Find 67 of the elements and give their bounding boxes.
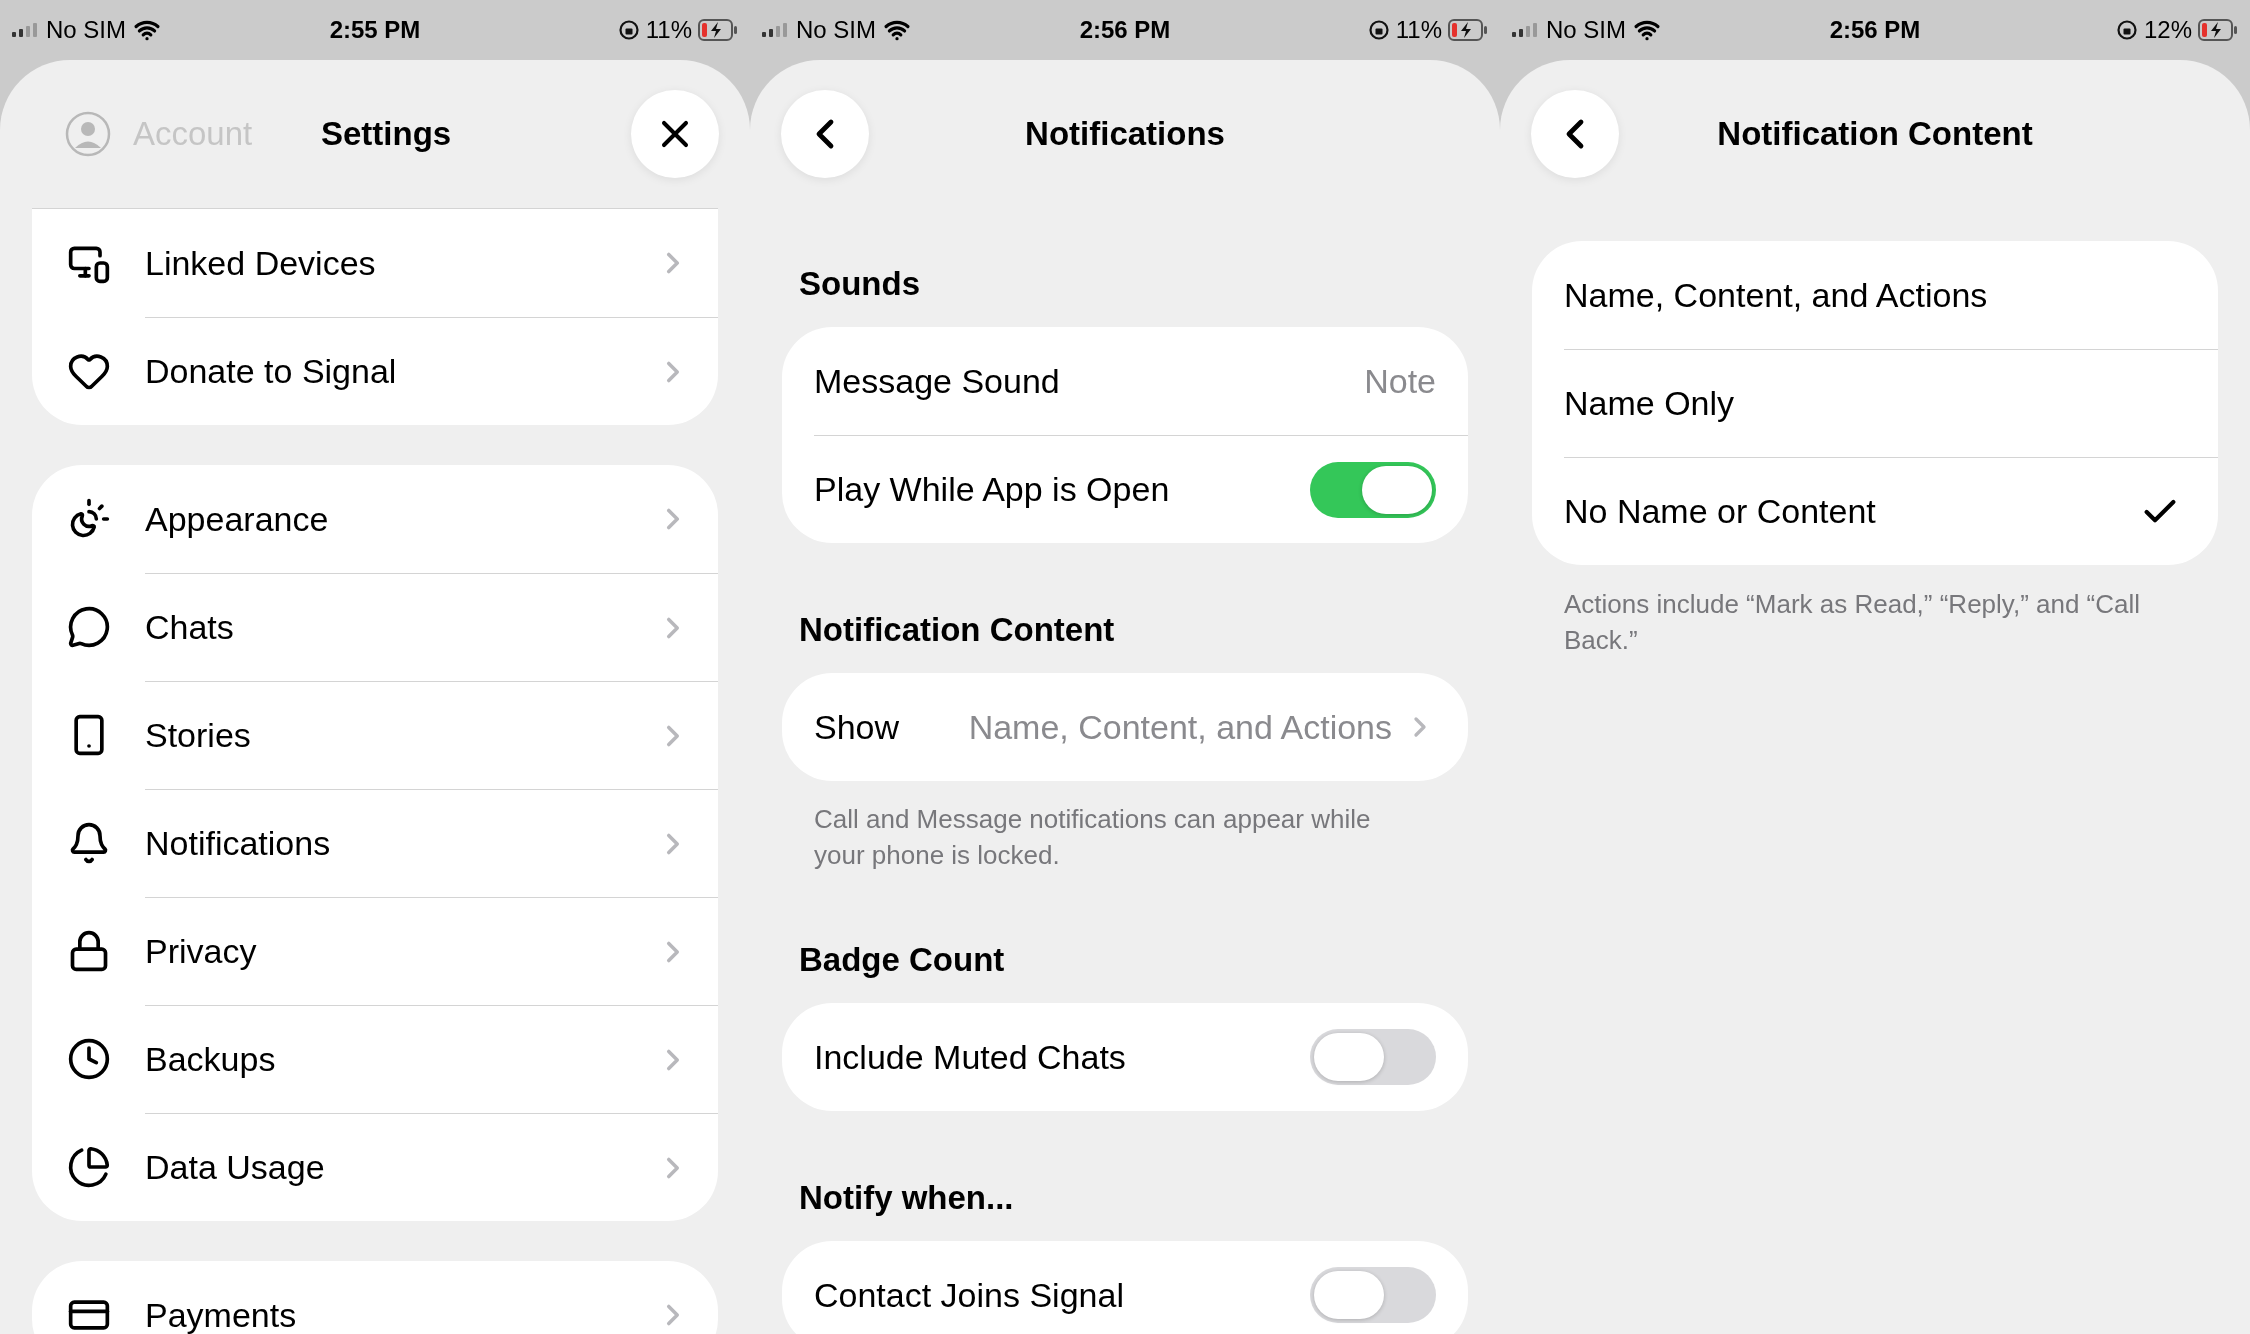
battery-percent: 11% (1395, 15, 1442, 45)
item-label: Payments (145, 1294, 298, 1334)
section-heading: Notification Content (799, 610, 1115, 651)
option-row[interactable]: Name, Content, and Actions (1532, 241, 2218, 349)
battery-percent: 12% (2143, 15, 2192, 45)
rotation-lock-icon (617, 19, 640, 41)
item-label: Linked Devices (145, 242, 377, 284)
item-label: Stories (145, 715, 252, 756)
option-label: No Name or Content (1564, 491, 1877, 532)
chat-bubble-icon (67, 605, 111, 649)
row-value: Name, Content, and Actions (968, 706, 1392, 748)
settings-item[interactable]: Privacy (32, 897, 718, 1005)
status-time: 2:55 PM (329, 15, 421, 45)
section-footer: Call and Message notifications can appear while your phone is locked. (750, 801, 1500, 873)
section-heading: Notify when... (799, 1178, 1014, 1219)
item-label: Chats (145, 607, 235, 648)
toggle-switch[interactable] (1310, 1029, 1436, 1085)
toggle-switch[interactable] (1310, 461, 1436, 518)
rotation-lock-icon (2115, 19, 2138, 41)
option-row[interactable]: No Name or Content (1532, 457, 2218, 565)
toggle-switch[interactable] (1310, 1267, 1436, 1323)
carrier-label: No SIM (46, 15, 126, 45)
settings-item[interactable]: Chats (32, 573, 718, 681)
item-label: Privacy (145, 931, 258, 972)
battery-percent: 11% (645, 15, 692, 45)
row-label: Play While App is Open (814, 469, 1171, 510)
pie-chart-icon (67, 1145, 111, 1189)
signal-icon (1512, 23, 1538, 37)
settings-item[interactable]: Data Usage (32, 1113, 718, 1221)
settings-item[interactable]: Notifications (32, 789, 718, 897)
option-row[interactable]: Name Only (1532, 349, 2218, 457)
option-label: Name, Content, and Actions (1564, 274, 1989, 316)
signal-icon (762, 23, 788, 37)
rotation-lock-icon (1367, 19, 1390, 41)
item-label: Donate to Signal (145, 351, 398, 392)
settings-item[interactable]: Appearance (32, 465, 718, 573)
settings-item[interactable]: Donate to Signal (32, 317, 718, 425)
section-heading: Badge Count (799, 940, 1005, 981)
row-label: Include Muted Chats (814, 1036, 1127, 1078)
settings-item[interactable]: Stories (32, 681, 718, 789)
row-value: Note (1364, 360, 1436, 402)
screen-title: Settings (321, 114, 452, 155)
row-label: Message Sound (814, 360, 1061, 402)
row-label: Show (814, 706, 901, 748)
row-label: Contact Joins Signal (814, 1274, 1125, 1316)
item-label: Notifications (145, 823, 332, 864)
battery-charging-icon (2198, 19, 2238, 41)
item-label: Data Usage (145, 1147, 326, 1188)
status-time: 2:56 PM (1829, 15, 1921, 45)
avatar-icon (65, 111, 111, 157)
status-time: 2:56 PM (1079, 15, 1171, 45)
screen-title: Notifications (1025, 114, 1225, 155)
carrier-label: No SIM (796, 15, 876, 45)
screen-title: Notification Content (1717, 114, 2033, 155)
settings-item[interactable]: Linked Devices (32, 209, 718, 317)
battery-charging-icon (1448, 19, 1488, 41)
carrier-label: No SIM (1546, 15, 1626, 45)
battery-charging-icon (698, 19, 738, 41)
clock-icon (67, 1037, 111, 1081)
section-heading: Sounds (799, 264, 920, 305)
item-label: Appearance (145, 498, 330, 540)
settings-item[interactable]: Backups (32, 1005, 718, 1113)
settings-item[interactable]: Payments (32, 1261, 718, 1334)
signal-icon (12, 23, 38, 37)
options-footer: Actions include “Mark as Read,” “Reply,” and “Call Back.” (1500, 586, 2250, 658)
option-label: Name Only (1564, 383, 1736, 424)
item-label: Backups (145, 1039, 277, 1080)
